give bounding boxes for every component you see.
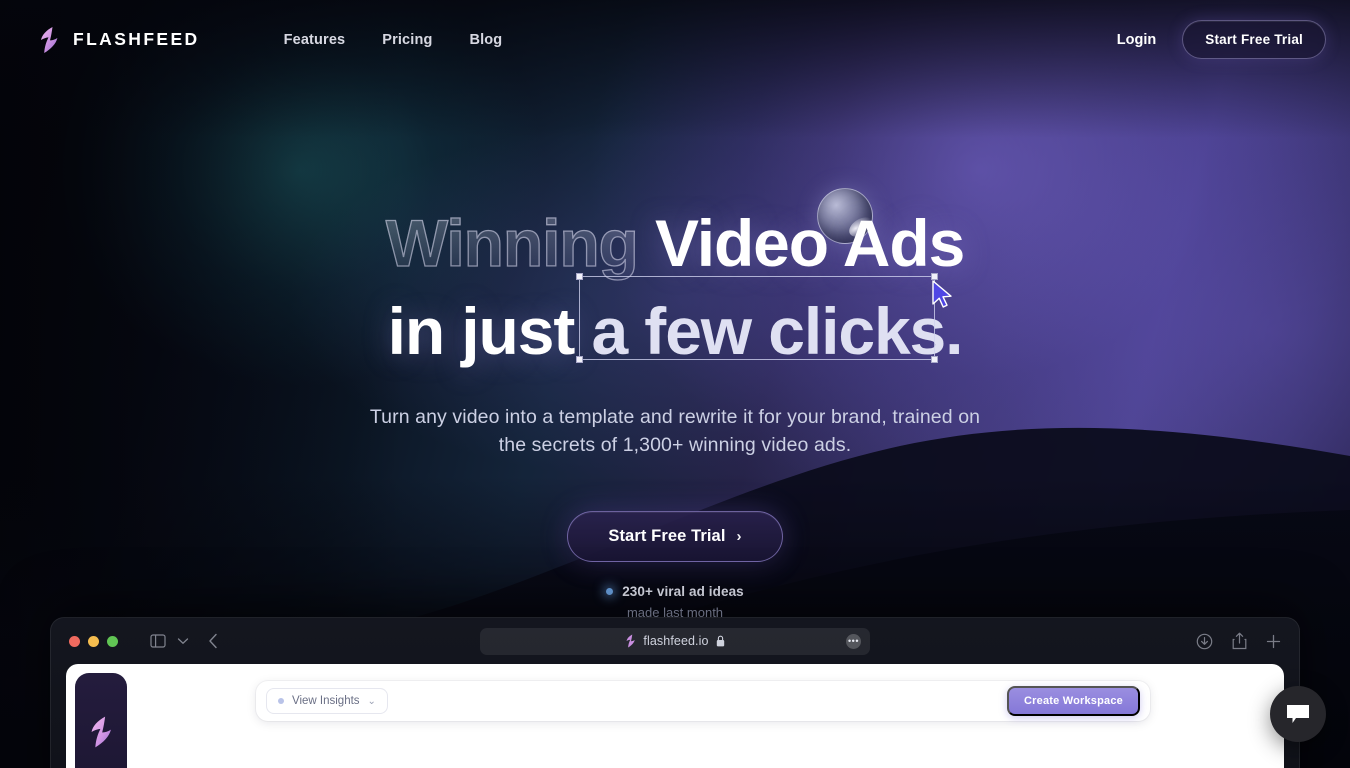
view-insights-dropdown[interactable]: View Insights ⌄	[266, 688, 388, 714]
new-tab-icon[interactable]	[1266, 634, 1281, 649]
view-insights-label: View Insights	[292, 695, 360, 707]
start-free-trial-hero-button[interactable]: Start Free Trial ›	[567, 510, 783, 562]
cta-container: Start Free Trial ›	[0, 510, 1350, 562]
start-free-trial-nav-button[interactable]: Start Free Trial	[1182, 20, 1326, 59]
nav-item-features[interactable]: Features	[284, 32, 346, 48]
lock-icon	[716, 635, 724, 647]
browser-mockup: flashfeed.io ••• View Insights ⌄ Create …	[50, 617, 1300, 768]
browser-left-controls	[150, 633, 218, 649]
brand-name: FLASHFEED	[73, 29, 200, 49]
headline-word-winning: Winning	[385, 205, 639, 280]
sidebar-toggle-icon[interactable]	[150, 634, 166, 648]
subhead-line-2: the secrets of 1,300+ winning video ads.	[498, 433, 852, 456]
nav-item-blog[interactable]: Blog	[469, 32, 502, 48]
download-icon[interactable]	[1196, 633, 1213, 650]
headline-line-1: Winning Video Ads	[0, 205, 1350, 283]
headline-word-video-ads: Video Ads	[655, 206, 965, 280]
maximize-window-button[interactable]	[107, 635, 118, 647]
address-bar-url: flashfeed.io	[643, 634, 709, 648]
nav-links: Features Pricing Blog	[284, 32, 503, 48]
chat-bubble-icon	[1287, 705, 1309, 723]
flashfeed-app-icon[interactable]	[88, 715, 114, 749]
chevron-down-icon[interactable]	[177, 637, 189, 645]
headline-word-in-just: in just	[387, 293, 576, 368]
app-toolbar: View Insights ⌄ Create Workspace	[256, 681, 1150, 721]
cta-label: Start Free Trial	[608, 526, 726, 545]
extensions-icon[interactable]: •••	[846, 633, 861, 649]
insights-dot-icon	[278, 698, 284, 704]
chat-widget-button[interactable]	[1270, 686, 1326, 742]
page-root: FLASHFEED Features Pricing Blog Login St…	[0, 0, 1350, 768]
minimize-window-button[interactable]	[88, 635, 99, 647]
navbar: FLASHFEED Features Pricing Blog Login St…	[0, 0, 1350, 79]
favicon-lightning-bolt-icon	[626, 634, 636, 648]
login-link[interactable]: Login	[1117, 32, 1156, 48]
chevron-right-icon: ›	[736, 527, 742, 545]
address-bar[interactable]: flashfeed.io •••	[480, 627, 870, 655]
create-workspace-button[interactable]: Create Workspace	[1007, 686, 1140, 716]
headline-word-a-few-clicks: a few clicks.	[591, 293, 963, 368]
social-proof-primary-row: 230+ viral ad ideas	[0, 584, 1350, 599]
chevron-down-icon: ⌄	[367, 695, 376, 707]
lightning-bolt-icon	[41, 26, 58, 53]
hero-section: Winning Video Ads in just a few clicks. …	[0, 0, 1350, 620]
back-arrow-icon[interactable]	[208, 633, 218, 649]
hero-subheadline: Turn any video into a template and rewri…	[0, 403, 1350, 459]
social-proof: 230+ viral ad ideas made last month	[0, 584, 1350, 620]
browser-chrome: flashfeed.io •••	[51, 618, 1299, 664]
app-sidebar-rail	[75, 673, 127, 768]
app-viewport: View Insights ⌄ Create Workspace E	[66, 664, 1284, 768]
browser-right-controls	[1196, 632, 1281, 650]
nav-item-pricing[interactable]: Pricing	[382, 32, 432, 48]
close-window-button[interactable]	[69, 635, 80, 647]
share-icon[interactable]	[1232, 632, 1247, 650]
status-dot-icon	[606, 587, 614, 595]
nav-actions: Login Start Free Trial	[1117, 20, 1326, 59]
headline-line-2: in just a few clicks.	[0, 293, 1350, 371]
page-title: Winning Video Ads in just a few clicks.	[0, 205, 1350, 371]
brand-logo[interactable]: FLASHFEED	[38, 26, 200, 54]
social-proof-primary: 230+ viral ad ideas	[622, 583, 744, 599]
window-traffic-lights	[69, 635, 118, 647]
mouse-cursor-icon	[932, 280, 952, 308]
subhead-line-1: Turn any video into a template and rewri…	[369, 405, 981, 428]
